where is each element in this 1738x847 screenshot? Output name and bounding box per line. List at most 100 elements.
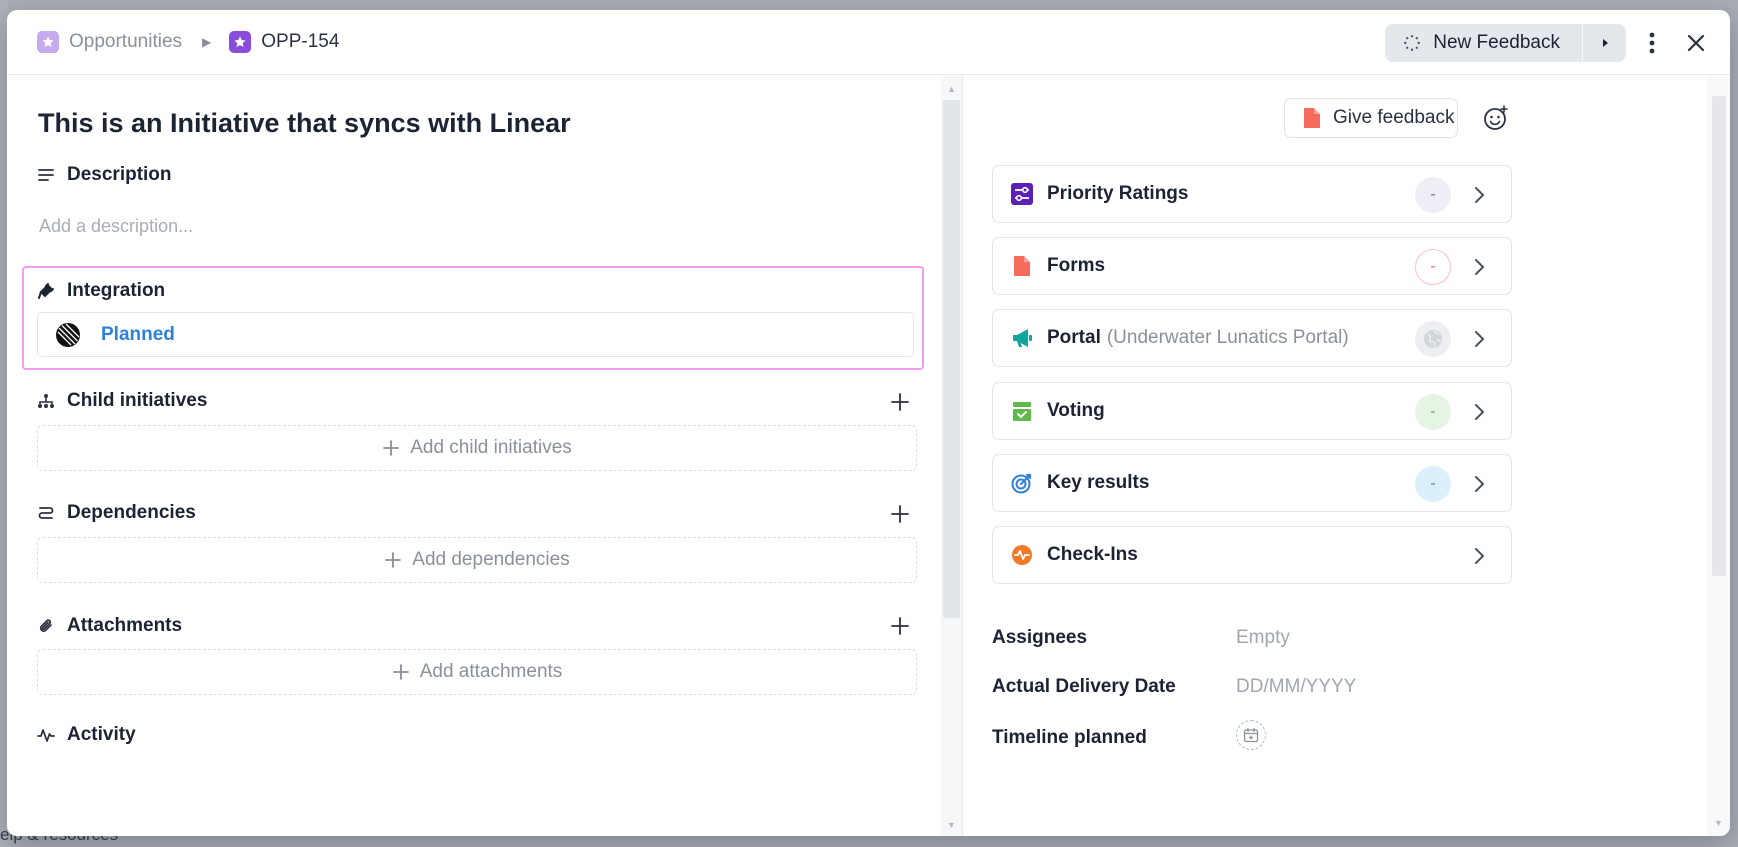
breadcrumb-separator-icon: ▶ (202, 35, 212, 49)
scrollbar-thumb[interactable] (943, 100, 960, 618)
card-label: Forms (1047, 255, 1106, 276)
delivery-date-label: Actual Delivery Date (992, 676, 1176, 697)
give-feedback-button[interactable]: Give feedback (1284, 98, 1458, 138)
chevron-right-icon (1475, 187, 1485, 203)
more-options-button[interactable] (1632, 24, 1672, 62)
card-label: Voting (1047, 400, 1105, 421)
breadcrumb-opp-id[interactable]: OPP-154 (229, 31, 339, 53)
details-sidebar-scrollbar[interactable]: ▼ (1707, 76, 1730, 836)
page-title[interactable]: This is an Initiative that syncs with Li… (38, 108, 571, 139)
attachments-header: Attachments (37, 615, 182, 637)
integration-section: Integration Planned (22, 266, 924, 370)
portal-card[interactable]: Portal (Underwater Lunatics Portal) (992, 309, 1512, 367)
forms-card[interactable]: Forms - (992, 237, 1512, 295)
caret-right-icon (1602, 39, 1608, 47)
text-lines-icon (38, 169, 54, 181)
document-icon (1014, 256, 1030, 276)
chevron-right-icon (1475, 548, 1485, 564)
calendar-icon (1243, 727, 1259, 743)
globe-icon (1424, 330, 1442, 348)
chevron-right-icon (1475, 476, 1485, 492)
breadcrumb-label: OPP-154 (261, 31, 340, 52)
description-header: Description (37, 164, 172, 186)
card-label: Check-Ins (1047, 544, 1138, 565)
assignees-value[interactable]: Empty (1236, 627, 1290, 649)
header-actions: New Feedback (1385, 24, 1730, 62)
card-count-badge: - (1415, 177, 1451, 213)
add-attachments-button[interactable]: Add attachments (37, 649, 917, 695)
dependency-icon (38, 507, 54, 519)
voting-card[interactable]: Voting - (992, 382, 1512, 440)
breadcrumb-label: Opportunities (69, 31, 183, 52)
add-child-initiatives-button[interactable]: Add child initiatives (37, 425, 917, 471)
activity-label: Activity (67, 724, 136, 745)
chevron-right-icon (1475, 331, 1485, 347)
integration-status-link[interactable]: Planned (101, 324, 175, 346)
scroll-up-icon[interactable]: ▲ (947, 84, 956, 94)
child-initiatives-header: Child initiatives (37, 390, 207, 412)
card-label: Priority Ratings (1047, 183, 1189, 204)
star-icon (37, 31, 59, 53)
child-initiatives-label: Child initiatives (67, 390, 208, 411)
check-ins-card[interactable]: Check-Ins (992, 526, 1512, 584)
globe-badge (1415, 321, 1451, 357)
plus-icon (392, 664, 409, 680)
new-feedback-dropdown-button[interactable] (1582, 24, 1626, 62)
details-sidebar: Give feedback Priority Ratings - Forms -… (962, 76, 1730, 836)
ballot-box-icon (1013, 402, 1031, 421)
description-input[interactable]: Add a description... (39, 216, 193, 237)
document-icon (1304, 108, 1320, 128)
integration-header: Integration (37, 280, 165, 302)
new-feedback-label: New Feedback (1433, 32, 1560, 53)
hierarchy-icon (38, 394, 54, 408)
add-dependencies-label: Add dependencies (412, 549, 570, 570)
activity-header: Activity (37, 724, 136, 746)
dependencies-label: Dependencies (67, 502, 196, 523)
pulse-icon (1012, 545, 1032, 565)
timeline-picker-button[interactable] (1236, 720, 1266, 750)
spinner-icon (1404, 35, 1421, 51)
breadcrumb-opportunities[interactable]: Opportunities (37, 31, 182, 53)
add-attachments-label: Add attachments (419, 661, 563, 682)
assignees-label: Assignees (992, 627, 1088, 648)
key-results-card[interactable]: Key results - (992, 454, 1512, 512)
scroll-down-icon[interactable]: ▼ (1714, 818, 1723, 828)
card-count-badge: - (1415, 394, 1451, 430)
activity-pulse-icon (37, 729, 55, 742)
card-label: Portal (1047, 327, 1101, 348)
star-icon (229, 31, 252, 53)
add-child-initiatives-label: Add child initiatives (410, 437, 572, 458)
close-icon (1687, 34, 1705, 52)
card-label: Key results (1047, 472, 1150, 493)
sliders-icon (1011, 183, 1033, 205)
add-reaction-emoji-icon[interactable] (1482, 104, 1510, 132)
new-feedback-split-button: New Feedback (1385, 24, 1626, 62)
add-dependency-plus-icon[interactable] (890, 504, 910, 524)
opportunity-modal: Opportunities ▶ OPP-154 New Feedback Thi… (7, 10, 1730, 836)
delivery-date-input[interactable]: DD/MM/YYYY (1236, 676, 1356, 698)
linear-integration-row[interactable]: Planned (37, 312, 914, 357)
close-button[interactable] (1676, 24, 1716, 62)
timeline-planned-label: Timeline planned (992, 727, 1147, 748)
add-dependencies-button[interactable]: Add dependencies (37, 537, 917, 583)
attachments-label: Attachments (67, 615, 183, 636)
card-count-badge: - (1415, 466, 1451, 502)
chevron-right-icon (1475, 259, 1485, 275)
chevron-right-icon (1475, 404, 1485, 420)
scrollbar-thumb[interactable] (1712, 96, 1726, 576)
kebab-icon (1649, 32, 1655, 54)
give-feedback-label: Give feedback (1333, 107, 1455, 128)
add-attachment-plus-icon[interactable] (890, 616, 910, 636)
plus-icon (385, 552, 402, 568)
main-panel-scrollbar[interactable]: ▲ ▼ (941, 76, 962, 836)
dependencies-header: Dependencies (37, 502, 196, 524)
add-child-initiative-plus-icon[interactable] (890, 392, 910, 412)
scroll-down-icon[interactable]: ▼ (947, 820, 956, 830)
priority-ratings-card[interactable]: Priority Ratings - (992, 165, 1512, 223)
main-panel: This is an Initiative that syncs with Li… (7, 76, 940, 836)
paperclip-icon (39, 619, 52, 632)
plug-icon (38, 283, 54, 299)
new-feedback-button[interactable]: New Feedback (1385, 24, 1582, 62)
card-sublabel: (Underwater Lunatics Portal) (1106, 327, 1349, 348)
target-icon (1011, 474, 1031, 494)
